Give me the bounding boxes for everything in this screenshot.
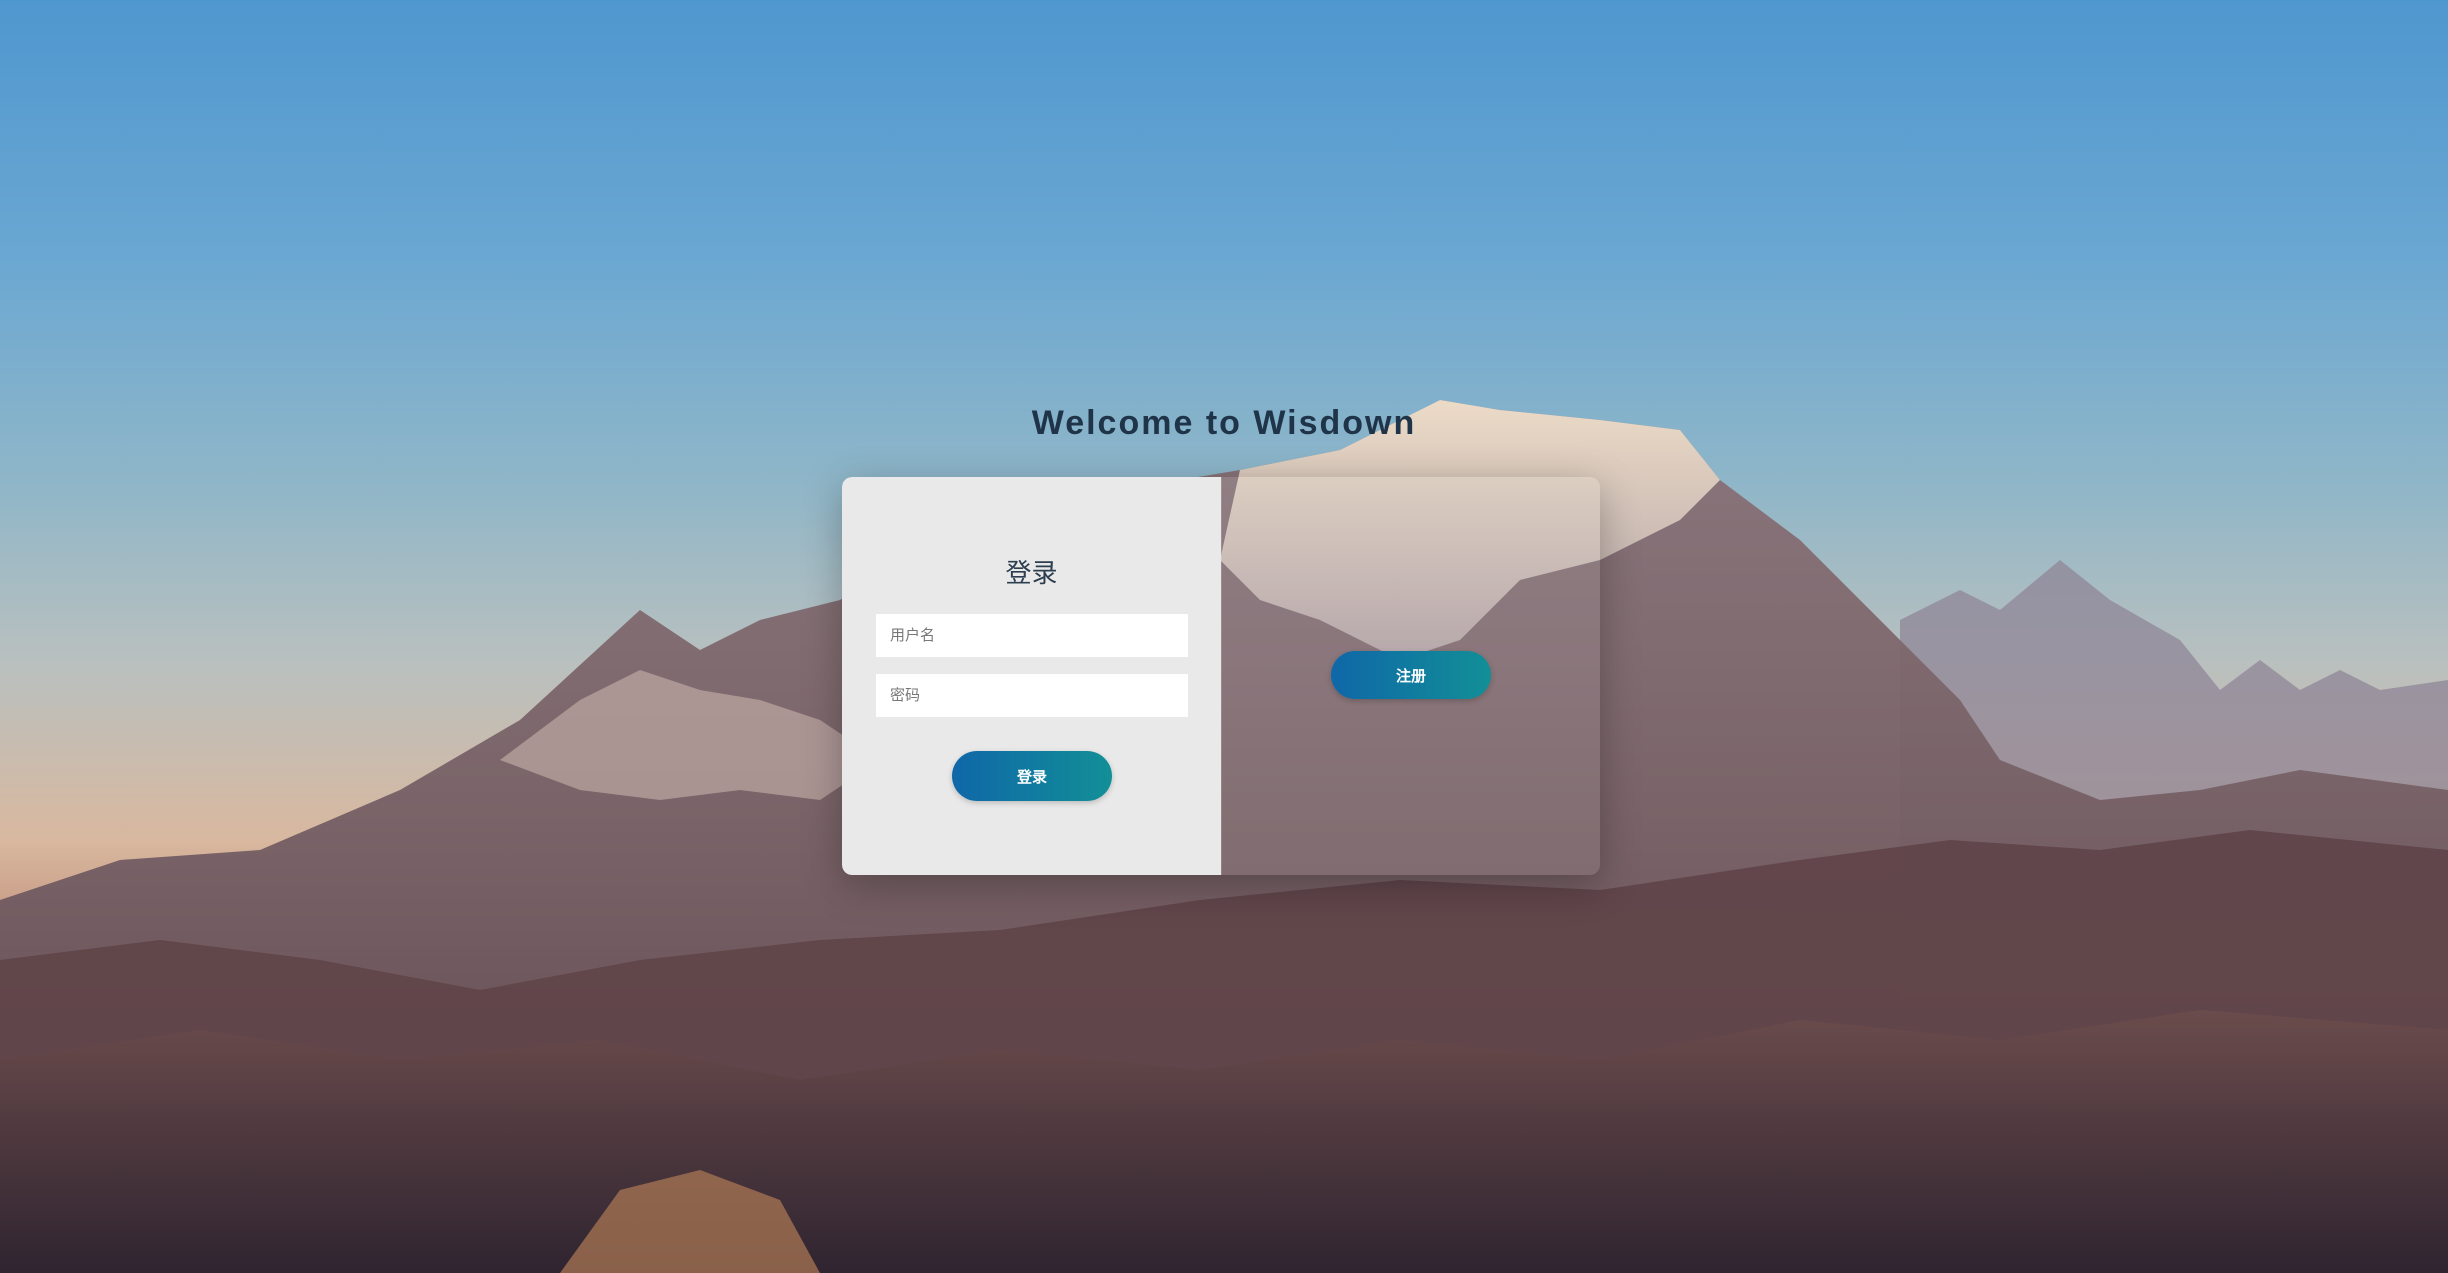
login-title: 登录 [1005, 558, 1058, 588]
login-button[interactable]: 登录 [952, 751, 1112, 801]
auth-card: 注册 登录 登录 [842, 477, 1600, 875]
register-panel: 注册 [1221, 477, 1600, 875]
register-button[interactable]: 注册 [1331, 651, 1491, 699]
password-input[interactable] [876, 674, 1188, 717]
login-page: Welcome to Wisdown 注册 登录 登录 [0, 0, 2448, 1273]
login-panel: 登录 登录 [842, 477, 1221, 875]
welcome-heading: Welcome to Wisdown [1031, 404, 1417, 442]
username-input[interactable] [876, 614, 1188, 657]
